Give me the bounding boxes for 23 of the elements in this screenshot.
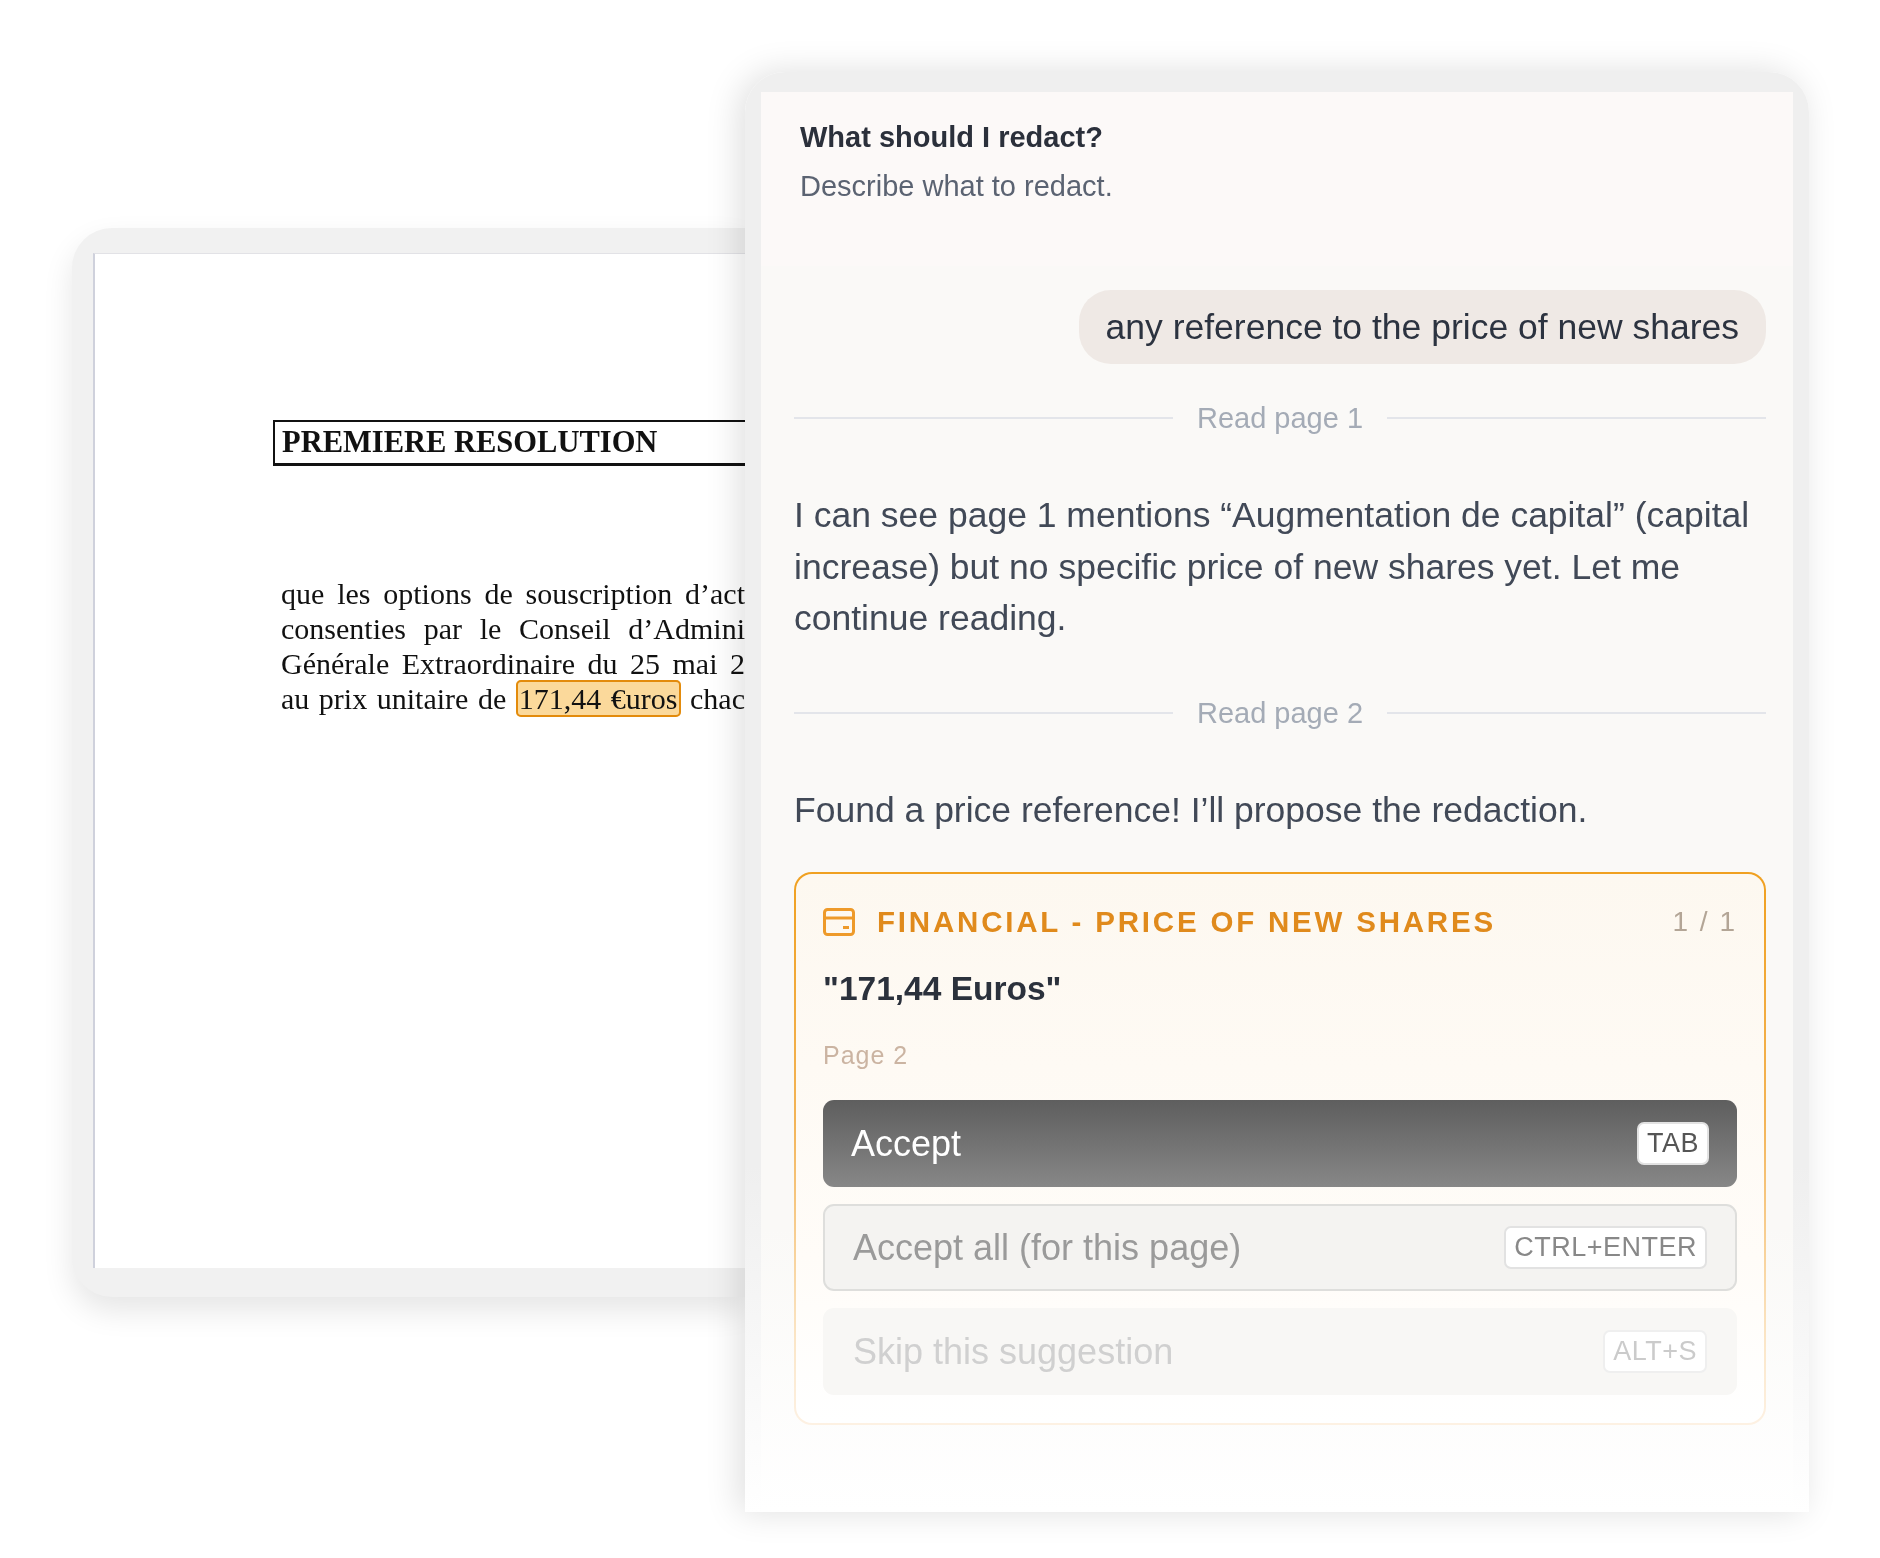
- shortcut-key: TAB: [1637, 1122, 1709, 1165]
- document-text: consenties par le Conseil d’Admini: [281, 612, 745, 645]
- step-label: Read page 2: [1196, 695, 1364, 731]
- panel-subtitle: Describe what to redact.: [800, 169, 1114, 203]
- card-icon: [823, 908, 855, 936]
- document-text: Générale Extraordinaire du 25 mai 2: [281, 647, 745, 680]
- page-reference: Page 2: [823, 1040, 910, 1071]
- panel-title: What should I redact?: [800, 120, 1104, 154]
- document-text: chac: [690, 682, 745, 715]
- step-label: Read page 1: [1196, 401, 1364, 436]
- document-text: au prix unitaire de: [281, 682, 507, 715]
- accept-button[interactable]: Accept TAB: [823, 1100, 1737, 1187]
- suggestion-category: FINANCIAL - PRICE OF NEW SHARES: [877, 904, 1496, 940]
- document-text: que les options de souscription d’act: [281, 577, 745, 610]
- document-heading: PREMIERE RESOLUTION: [273, 420, 745, 466]
- suggested-text: "171,44 Euros": [823, 969, 1063, 1009]
- assistant-message: I can see page 1 mentions “Augmentation de capital” (capital increase) but no specific price of new shares yet. Let me continue reading.: [794, 494, 1751, 640]
- assistant-message: Found a price reference! I’ll propose the redaction.: [794, 788, 1589, 832]
- accept-all-button[interactable]: Accept all (for this page) CTRL+ENTER: [823, 1204, 1737, 1291]
- suggestion-counter: 1 / 1: [1672, 905, 1737, 939]
- shortcut-key: CTRL+ENTER: [1504, 1226, 1707, 1269]
- highlighted-text: 171,44 €uros: [515, 680, 681, 717]
- user-message: any reference to the price of new shares: [1078, 290, 1766, 364]
